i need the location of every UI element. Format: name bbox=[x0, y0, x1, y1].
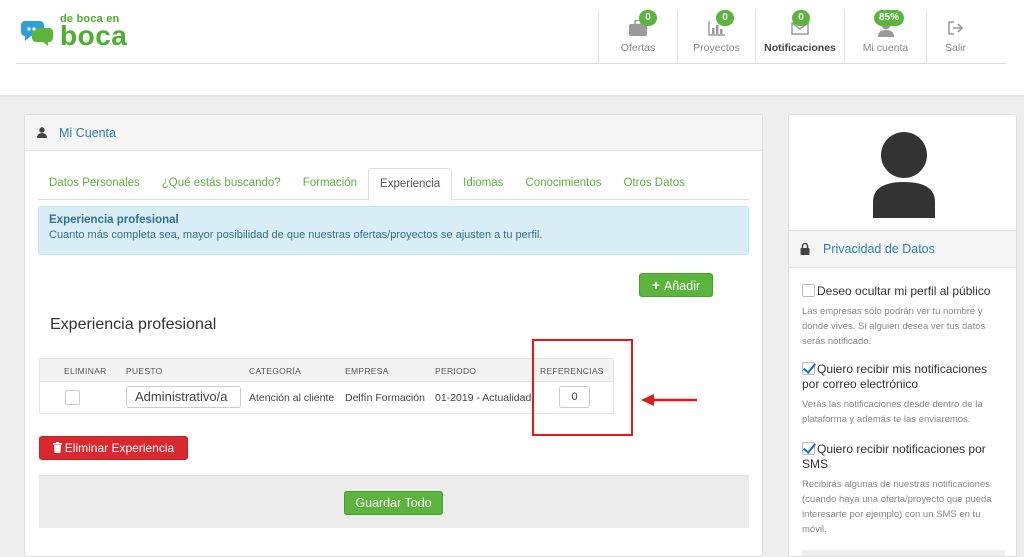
nav-label-ofertas: Ofertas bbox=[620, 42, 656, 54]
trash-icon bbox=[52, 442, 62, 453]
experience-table: ELIMINAR PUESTO CATEGORÍA EMPRESA PERIOD… bbox=[39, 358, 614, 414]
tab-datos-personales[interactable]: Datos Personales bbox=[38, 168, 151, 200]
col-periodo: PERIODO bbox=[435, 366, 477, 376]
tab-idiomas[interactable]: Idiomas bbox=[452, 168, 514, 200]
logo-text-big: boca bbox=[60, 20, 128, 51]
proyectos-badge: 0 bbox=[716, 10, 734, 26]
lock-icon bbox=[800, 243, 810, 255]
highlight-box bbox=[532, 339, 633, 436]
info-alert: Experiencia profesional Cuanto más compl… bbox=[38, 206, 749, 255]
col-puesto: PUESTO bbox=[126, 366, 163, 376]
col-eliminar: ELIMINAR bbox=[64, 366, 107, 376]
nav-label-proyectos: Proyectos bbox=[693, 42, 740, 54]
sms-notifications-label: Quiero recibir notificaciones por SMS bbox=[802, 442, 986, 471]
email-notifications-desc: Verás las notificaciones desde dentro de… bbox=[802, 399, 983, 425]
panel-title: Mi Cuenta bbox=[59, 125, 116, 140]
delete-row-checkbox[interactable] bbox=[65, 390, 80, 405]
nav-mi-cuenta[interactable]: 85% Mi cuenta bbox=[844, 10, 926, 62]
delete-experience-label: Eliminar Experiencia bbox=[64, 441, 175, 455]
hide-profile-desc: Las empresas sólo podrán ver tu nombre y… bbox=[802, 306, 986, 347]
sign-out-icon bbox=[947, 21, 963, 35]
panel-header: Mi Cuenta bbox=[25, 115, 762, 151]
logo[interactable]: de boca en boca bbox=[20, 14, 127, 50]
mi-cuenta-badge: 85% bbox=[874, 10, 905, 26]
periodo-cell: 01-2019 - Actualidad bbox=[435, 392, 532, 404]
notificaciones-badge: 0 bbox=[792, 10, 810, 26]
profile-photo-box bbox=[788, 114, 1017, 230]
nav-label-mi-cuenta: Mi cuenta bbox=[862, 42, 909, 54]
mi-cuenta-panel: Mi Cuenta Datos Personales ¿Qué estás bu… bbox=[24, 114, 763, 557]
puesto-field[interactable]: Administrativo/a bbox=[126, 386, 241, 408]
delete-experience-button[interactable]: Eliminar Experiencia bbox=[39, 436, 188, 460]
privacy-panel: Privacidad de Datos Deseo ocultar mi per… bbox=[788, 230, 1017, 557]
tab-otros-datos[interactable]: Otros Datos bbox=[612, 168, 695, 200]
privacy-option-hide-profile: Deseo ocultar mi perfil al público Las e… bbox=[802, 284, 1002, 349]
privacy-title: Privacidad de Datos bbox=[823, 242, 935, 256]
nav-label-notificaciones: Notificaciones bbox=[764, 42, 836, 54]
chat-bubbles-icon bbox=[21, 21, 53, 46]
sms-notifications-checkbox[interactable] bbox=[802, 442, 815, 455]
privacy-option-row: Deseo ocultar mi perfil al público bbox=[802, 284, 1002, 299]
nav-proyectos[interactable]: 0 Proyectos bbox=[677, 10, 755, 62]
arrow-left-icon bbox=[641, 394, 697, 406]
tab-que-estas-buscando[interactable]: ¿Qué estás buscando? bbox=[151, 168, 292, 200]
top-header: de boca en boca 0 Ofertas 0 Proyectos 0 … bbox=[0, 0, 1024, 97]
email-notifications-checkbox[interactable] bbox=[802, 362, 815, 375]
nav-label-salir: Salir bbox=[944, 42, 966, 54]
privacy-option-sms: Quiero recibir notificaciones por SMS Re… bbox=[802, 442, 1002, 537]
save-all-button[interactable]: Guardar Todo bbox=[344, 491, 443, 515]
avatar-icon[interactable] bbox=[871, 130, 937, 218]
nav-ofertas[interactable]: 0 Ofertas bbox=[598, 10, 677, 62]
table-header: ELIMINAR PUESTO CATEGORÍA EMPRESA PERIOD… bbox=[40, 359, 613, 382]
ofertas-badge: 0 bbox=[639, 10, 657, 26]
table-row: Administrativo/a Atención al cliente Del… bbox=[40, 382, 613, 413]
hide-profile-label: Deseo ocultar mi perfil al público bbox=[817, 284, 991, 298]
plus-icon: + bbox=[651, 277, 661, 293]
alert-text: Cuanto más completa sea, mayor posibilid… bbox=[49, 229, 543, 241]
user-icon bbox=[37, 127, 47, 138]
header-divider bbox=[16, 63, 1006, 64]
privacy-option-email: Quiero recibir mis notificaciones por co… bbox=[802, 362, 1002, 427]
email-notifications-label: Quiero recibir mis notificaciones por co… bbox=[802, 362, 988, 391]
alert-heading: Experiencia profesional bbox=[49, 214, 179, 226]
nav-notificaciones[interactable]: 0 Notificaciones bbox=[755, 10, 844, 62]
top-nav: 0 Ofertas 0 Proyectos 0 Notificaciones 8… bbox=[598, 10, 984, 62]
tab-experiencia[interactable]: Experiencia bbox=[368, 168, 453, 201]
nav-salir[interactable]: Salir bbox=[926, 10, 984, 62]
col-categoria: CATEGORÍA bbox=[249, 366, 302, 376]
form-footer: Guardar Todo bbox=[39, 475, 749, 528]
empresa-cell: Delfín Formación bbox=[345, 392, 425, 404]
privacy-option-row: Quiero recibir notificaciones por SMS bbox=[802, 442, 1002, 472]
col-empresa: EMPRESA bbox=[345, 366, 389, 376]
categoria-cell: Atención al cliente bbox=[249, 392, 335, 404]
privacy-footer-bar bbox=[802, 550, 1005, 556]
tab-bar: Datos Personales ¿Qué estás buscando? Fo… bbox=[38, 168, 749, 201]
add-button[interactable]: + Añadir bbox=[639, 273, 713, 297]
section-title: Experiencia profesional bbox=[50, 316, 217, 333]
privacy-header: Privacidad de Datos bbox=[789, 231, 1016, 268]
privacy-option-row: Quiero recibir mis notificaciones por co… bbox=[802, 362, 1002, 392]
tab-formacion[interactable]: Formación bbox=[292, 168, 368, 200]
tab-conocimientos[interactable]: Conocimientos bbox=[514, 168, 612, 200]
add-button-label: Añadir bbox=[664, 279, 701, 293]
hide-profile-checkbox[interactable] bbox=[802, 284, 815, 297]
sms-notifications-desc: Recibirás algunas de nuestras notificaci… bbox=[802, 479, 992, 535]
